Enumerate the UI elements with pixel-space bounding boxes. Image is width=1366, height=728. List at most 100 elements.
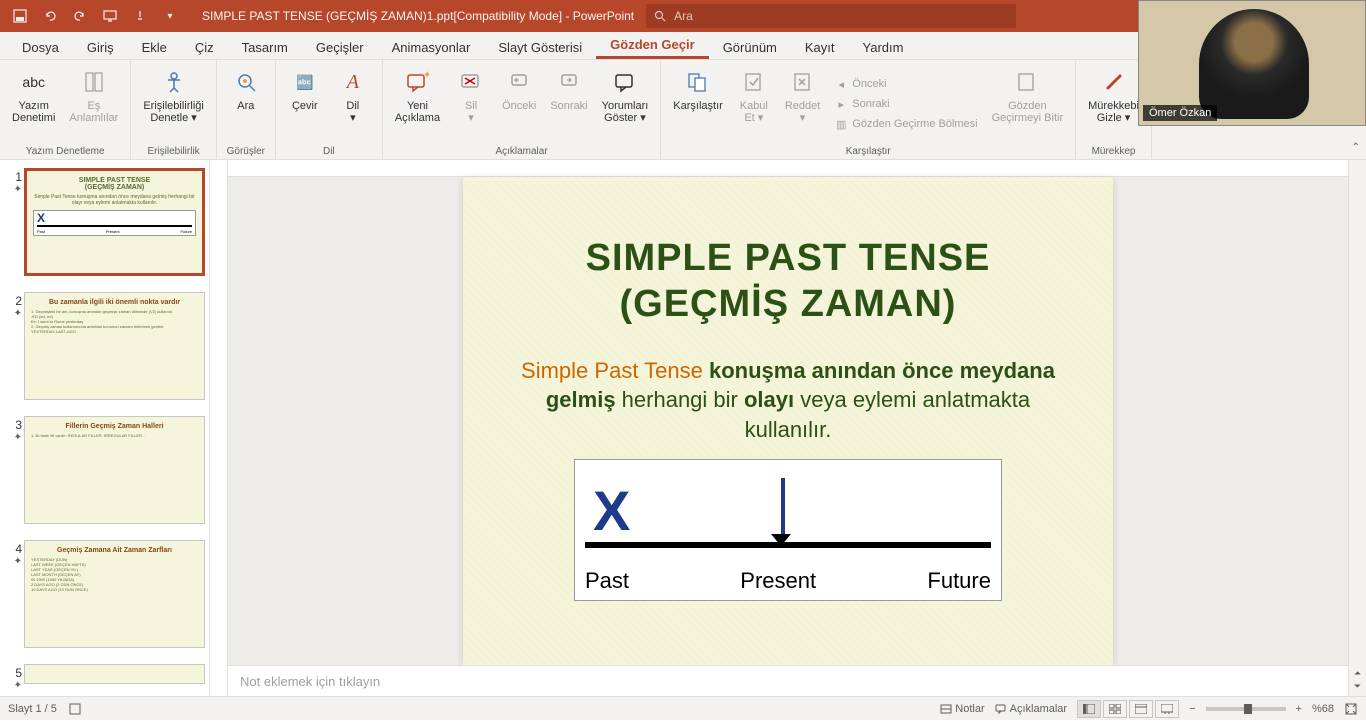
reading-view-button[interactable] (1129, 700, 1153, 718)
sorter-view-button[interactable] (1103, 700, 1127, 718)
animation-star-icon: ✦ (14, 680, 22, 691)
zoom-out-button[interactable]: − (1189, 703, 1195, 715)
tab-gozden-gecir[interactable]: Gözden Geçir (596, 33, 709, 59)
video-name-label: Ömer Özkan (1143, 105, 1217, 121)
search-box[interactable]: Ara (646, 4, 1016, 28)
pane-icon: ▥ (834, 117, 848, 131)
accessibility-check-button[interactable]: Erişilebilirliği Denetle ▾ (139, 64, 208, 144)
hide-ink-button[interactable]: Mürekkebi Gizle ▾ (1084, 64, 1143, 144)
review-pane-button[interactable]: ▥Gözden Geçirme Bölmesi (830, 115, 981, 133)
smart-lookup-button[interactable]: Ara (225, 64, 267, 144)
prev-change-button[interactable]: ◂Önceki (830, 75, 981, 93)
touch-mode-icon[interactable] (132, 8, 148, 24)
slideshow-icon[interactable] (102, 8, 118, 24)
thumbnail-1[interactable]: 1✦ SIMPLE PAST TENSE (GEÇMİŞ ZAMAN)Simpl… (0, 160, 209, 284)
normal-view-button[interactable] (1077, 700, 1101, 718)
collapse-ribbon-icon[interactable]: ⌃ (1352, 142, 1360, 153)
ribbon-group-yazim-denetleme: abc Yazım Denetimi Eş Anlamlılar Yazım D… (0, 60, 131, 159)
end-review-button[interactable]: Gözden Geçirmeyi Bitir (988, 64, 1068, 144)
slide-title[interactable]: SIMPLE PAST TENSE (GEÇMİŞ ZAMAN) (586, 237, 991, 328)
tab-gecisler[interactable]: Geçişler (302, 36, 378, 59)
timeline-present-marker (775, 478, 791, 546)
end-review-icon (1011, 66, 1043, 98)
redo-icon[interactable] (72, 8, 88, 24)
compare-button[interactable]: Karşılaştır (669, 64, 727, 144)
fit-to-window-button[interactable] (1344, 702, 1358, 716)
show-comments-button[interactable]: Yorumları Göster ▾ (598, 64, 653, 144)
next-change-button[interactable]: ▸Sonraki (830, 95, 981, 113)
group-label: Karşılaştır (669, 144, 1067, 157)
tab-giris[interactable]: Giriş (73, 36, 128, 59)
notes-toggle[interactable]: Notlar (940, 703, 984, 715)
customize-qat-icon[interactable]: ▾ (162, 8, 178, 24)
prev-slide-icon[interactable]: ⏶ (1354, 668, 1361, 679)
reject-button[interactable]: Reddet ▾ (781, 64, 824, 144)
zoom-in-button[interactable]: + (1296, 703, 1302, 715)
slide-canvas[interactable]: SIMPLE PAST TENSE (GEÇMİŞ ZAMAN) Simple … (228, 177, 1348, 665)
spell-check-button[interactable]: abc Yazım Denetimi (8, 64, 59, 144)
save-icon[interactable] (12, 8, 28, 24)
slideshow-view-button[interactable] (1155, 700, 1179, 718)
tab-gorunum[interactable]: Görünüm (709, 36, 791, 59)
animation-star-icon: ✦ (14, 556, 22, 567)
timeline-image[interactable]: X Past Present Future (574, 459, 1002, 601)
thumbnail-4[interactable]: 4✦ Geçmiş Zamana Ait Zaman ZarflarıYESTE… (0, 532, 209, 656)
accessibility-status-icon[interactable] (69, 703, 81, 715)
next-comment-icon (553, 66, 585, 98)
tab-slayt-gosterisi[interactable]: Slayt Gösterisi (484, 36, 596, 59)
thumbnail-3[interactable]: 3✦ Fillerin Geçmiş Zaman Halleri1. İki f… (0, 408, 209, 532)
tab-yardim[interactable]: Yardım (849, 36, 918, 59)
tab-kayit[interactable]: Kayıt (791, 36, 849, 59)
tab-ciz[interactable]: Çiz (181, 36, 228, 59)
group-label: Erişilebilirlik (139, 144, 208, 157)
tab-animasyonlar[interactable]: Animasyonlar (378, 36, 485, 59)
next-comment-button[interactable]: Sonraki (546, 64, 591, 144)
thesaurus-button[interactable]: Eş Anlamlılar (65, 64, 122, 144)
vertical-ruler (210, 160, 228, 696)
translate-icon: 🔤 (289, 66, 321, 98)
video-call-overlay[interactable]: Ömer Özkan (1138, 0, 1366, 126)
slide-counter[interactable]: Slayt 1 / 5 (8, 703, 57, 715)
tab-ekle[interactable]: Ekle (128, 36, 181, 59)
thumbnail-5[interactable]: 5✦ (0, 656, 209, 696)
prev-icon: ◂ (834, 77, 848, 91)
new-comment-icon: ✦ (401, 66, 433, 98)
zoom-slider[interactable] (1206, 707, 1286, 711)
animation-star-icon: ✦ (14, 432, 22, 443)
group-label: Yazım Denetleme (8, 144, 122, 157)
zoom-level[interactable]: %68 (1312, 703, 1334, 715)
delete-comment-button[interactable]: Sil ▾ (450, 64, 492, 144)
timeline-line (585, 542, 991, 548)
notes-pane[interactable]: Not eklemek için tıklayın (228, 665, 1348, 696)
slide[interactable]: SIMPLE PAST TENSE (GEÇMİŞ ZAMAN) Simple … (463, 177, 1113, 665)
slide-thumbnails-panel[interactable]: 1✦ SIMPLE PAST TENSE (GEÇMİŞ ZAMAN)Simpl… (0, 160, 210, 696)
prev-comment-icon (503, 66, 535, 98)
translate-button[interactable]: 🔤 Çevir (284, 64, 326, 144)
tab-dosya[interactable]: Dosya (8, 36, 73, 59)
ribbon-group-gorusler: Ara Görüşler (217, 60, 276, 159)
view-buttons (1077, 700, 1179, 718)
ribbon-group-karsilastir: Karşılaştır Kabul Et ▾ Reddet ▾ ◂Önceki … (661, 60, 1076, 159)
ribbon-group-aciklamalar: ✦ Yeni Açıklama Sil ▾ Önceki Sonraki Yor… (383, 60, 661, 159)
search-bulb-icon (230, 66, 262, 98)
vertical-scrollbar[interactable]: ⏶ ⏷ (1348, 160, 1366, 696)
timeline-x-mark: X (593, 478, 630, 543)
svg-text:✦: ✦ (423, 70, 429, 81)
accept-button[interactable]: Kabul Et ▾ (733, 64, 775, 144)
main-editing-area: SIMPLE PAST TENSE (GEÇMİŞ ZAMAN) Simple … (228, 160, 1348, 696)
thumbnail-2[interactable]: 2✦ Bu zamanla ilgili iki önemli nokta va… (0, 284, 209, 408)
language-button[interactable]: A Dil ▾ (332, 64, 374, 144)
video-participant (1199, 9, 1309, 119)
group-label: Mürekkep (1084, 144, 1143, 157)
quick-access-toolbar: ▾ (0, 8, 190, 24)
timeline-labels: Past Present Future (585, 568, 991, 594)
prev-comment-button[interactable]: Önceki (498, 64, 540, 144)
notes-placeholder: Not eklemek için tıklayın (240, 674, 380, 689)
comments-toggle[interactable]: Açıklamalar (995, 703, 1067, 715)
new-comment-button[interactable]: ✦ Yeni Açıklama (391, 64, 444, 144)
next-slide-icon[interactable]: ⏷ (1354, 681, 1361, 692)
undo-icon[interactable] (42, 8, 58, 24)
language-icon: A (337, 66, 369, 98)
tab-tasarim[interactable]: Tasarım (228, 36, 302, 59)
slide-body-text[interactable]: Simple Past Tense konuşma anından önce m… (503, 357, 1073, 446)
